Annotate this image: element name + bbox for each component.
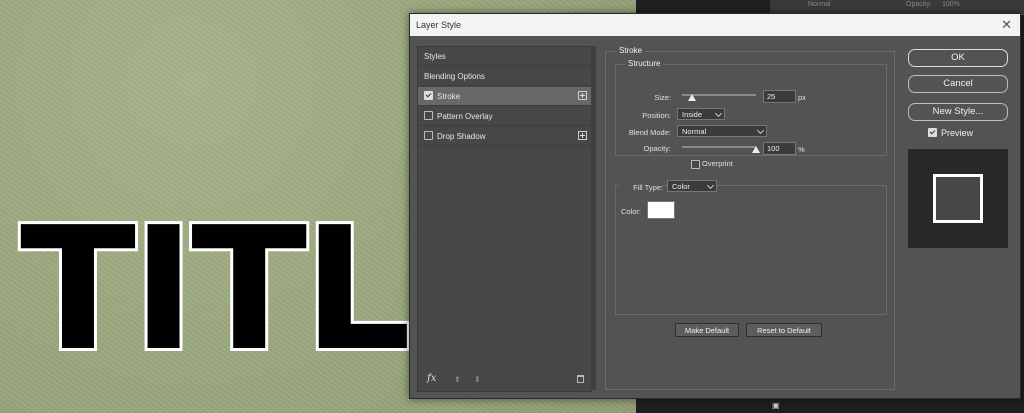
opacity-slider-thumb[interactable] xyxy=(752,146,760,153)
stroke-section-title: Stroke xyxy=(616,46,646,55)
fill-type-select[interactable]: Color xyxy=(667,180,717,192)
position-value: Inside xyxy=(682,110,703,119)
opacity-input[interactable]: 100 xyxy=(763,142,796,155)
opacity-label: Opacity: xyxy=(643,144,671,153)
styles-item-pattern-overlay[interactable]: Pattern Overlay xyxy=(418,107,591,126)
size-unit: px xyxy=(798,93,806,102)
close-icon[interactable]: ✕ xyxy=(1001,14,1012,36)
layers-blend-mode[interactable]: Normal xyxy=(808,1,831,8)
styles-item-styles[interactable]: Styles xyxy=(418,47,591,66)
structure-title: Structure xyxy=(625,59,664,68)
size-input[interactable]: 25 xyxy=(763,90,796,103)
preview-label: Preview xyxy=(941,128,974,138)
chevron-down-icon xyxy=(756,126,765,135)
stroke-color-swatch[interactable] xyxy=(647,201,675,219)
fx-icon[interactable]: fx xyxy=(427,373,436,384)
move-down-icon[interactable]: ⬇ xyxy=(474,375,481,384)
preview-checkbox[interactable] xyxy=(928,128,937,137)
stroke-settings-pane: Stroke Structure Size: 25 px Position: I… xyxy=(605,46,895,390)
chevron-down-icon xyxy=(706,181,715,190)
style-preview-thumbnail xyxy=(908,149,1008,248)
ok-button[interactable]: OK xyxy=(908,49,1008,67)
color-label: Color: xyxy=(621,207,642,216)
size-label: Size: xyxy=(654,93,671,102)
add-drop-shadow-icon[interactable] xyxy=(578,131,587,140)
preview-toggle[interactable]: Preview xyxy=(928,128,973,140)
new-style-button[interactable]: New Style... xyxy=(908,103,1008,121)
trash-icon[interactable] xyxy=(577,375,584,383)
blend-mode-label: Blend Mode: xyxy=(628,128,671,137)
styles-list: Styles Blending Options Stroke Pattern O… xyxy=(417,46,592,392)
pattern-overlay-checkbox[interactable] xyxy=(424,111,433,120)
add-stroke-icon[interactable] xyxy=(578,91,587,100)
overprint-checkbox[interactable] xyxy=(691,160,700,169)
layer-style-dialog: Layer Style ✕ Styles Blending Options St… xyxy=(409,13,1021,399)
fill-type-label: Fill Type: xyxy=(619,183,663,192)
fill-type-value: Color xyxy=(672,182,690,191)
layers-opacity-value[interactable]: 100% xyxy=(942,1,960,8)
position-label: Position: xyxy=(642,111,671,120)
blend-mode-value: Normal xyxy=(682,127,707,136)
layers-opacity-label: Opacity: xyxy=(906,1,932,8)
styles-item-blending-options[interactable]: Blending Options xyxy=(418,67,591,86)
styles-item-label: Drop Shadow xyxy=(437,132,486,141)
styles-item-drop-shadow[interactable]: Drop Shadow xyxy=(418,127,591,146)
styles-item-label: Stroke xyxy=(437,92,461,101)
layers-icon[interactable]: ▣ xyxy=(772,401,780,410)
blend-mode-select[interactable]: Normal xyxy=(677,125,767,137)
dialog-title: Layer Style xyxy=(416,20,462,30)
dialog-titlebar[interactable]: Layer Style ✕ xyxy=(410,14,1020,36)
opacity-slider-track[interactable] xyxy=(682,146,756,148)
stroke-checkbox[interactable] xyxy=(424,91,433,100)
overprint-label: Overprint xyxy=(702,159,733,168)
position-select[interactable]: Inside xyxy=(677,108,725,120)
styles-list-scrollbar[interactable] xyxy=(591,46,596,390)
cancel-button[interactable]: Cancel xyxy=(908,75,1008,93)
styles-list-footer: fx ⬆ ⬇ xyxy=(418,369,591,391)
move-up-icon[interactable]: ⬆ xyxy=(454,375,461,384)
make-default-button[interactable]: Make Default xyxy=(675,323,739,337)
size-slider-thumb[interactable] xyxy=(687,94,696,101)
opacity-unit: % xyxy=(798,145,805,154)
styles-item-label: Styles xyxy=(424,52,446,61)
panel-footer-icons: ▣ xyxy=(772,401,780,410)
preview-shape xyxy=(933,174,983,223)
reset-to-default-button[interactable]: Reset to Default xyxy=(746,323,822,337)
styles-item-stroke[interactable]: Stroke xyxy=(418,87,591,106)
styles-item-label: Blending Options xyxy=(424,72,485,81)
drop-shadow-checkbox[interactable] xyxy=(424,131,433,140)
styles-item-label: Pattern Overlay xyxy=(437,112,493,121)
structure-group xyxy=(615,64,887,156)
chevron-down-icon xyxy=(714,109,723,118)
